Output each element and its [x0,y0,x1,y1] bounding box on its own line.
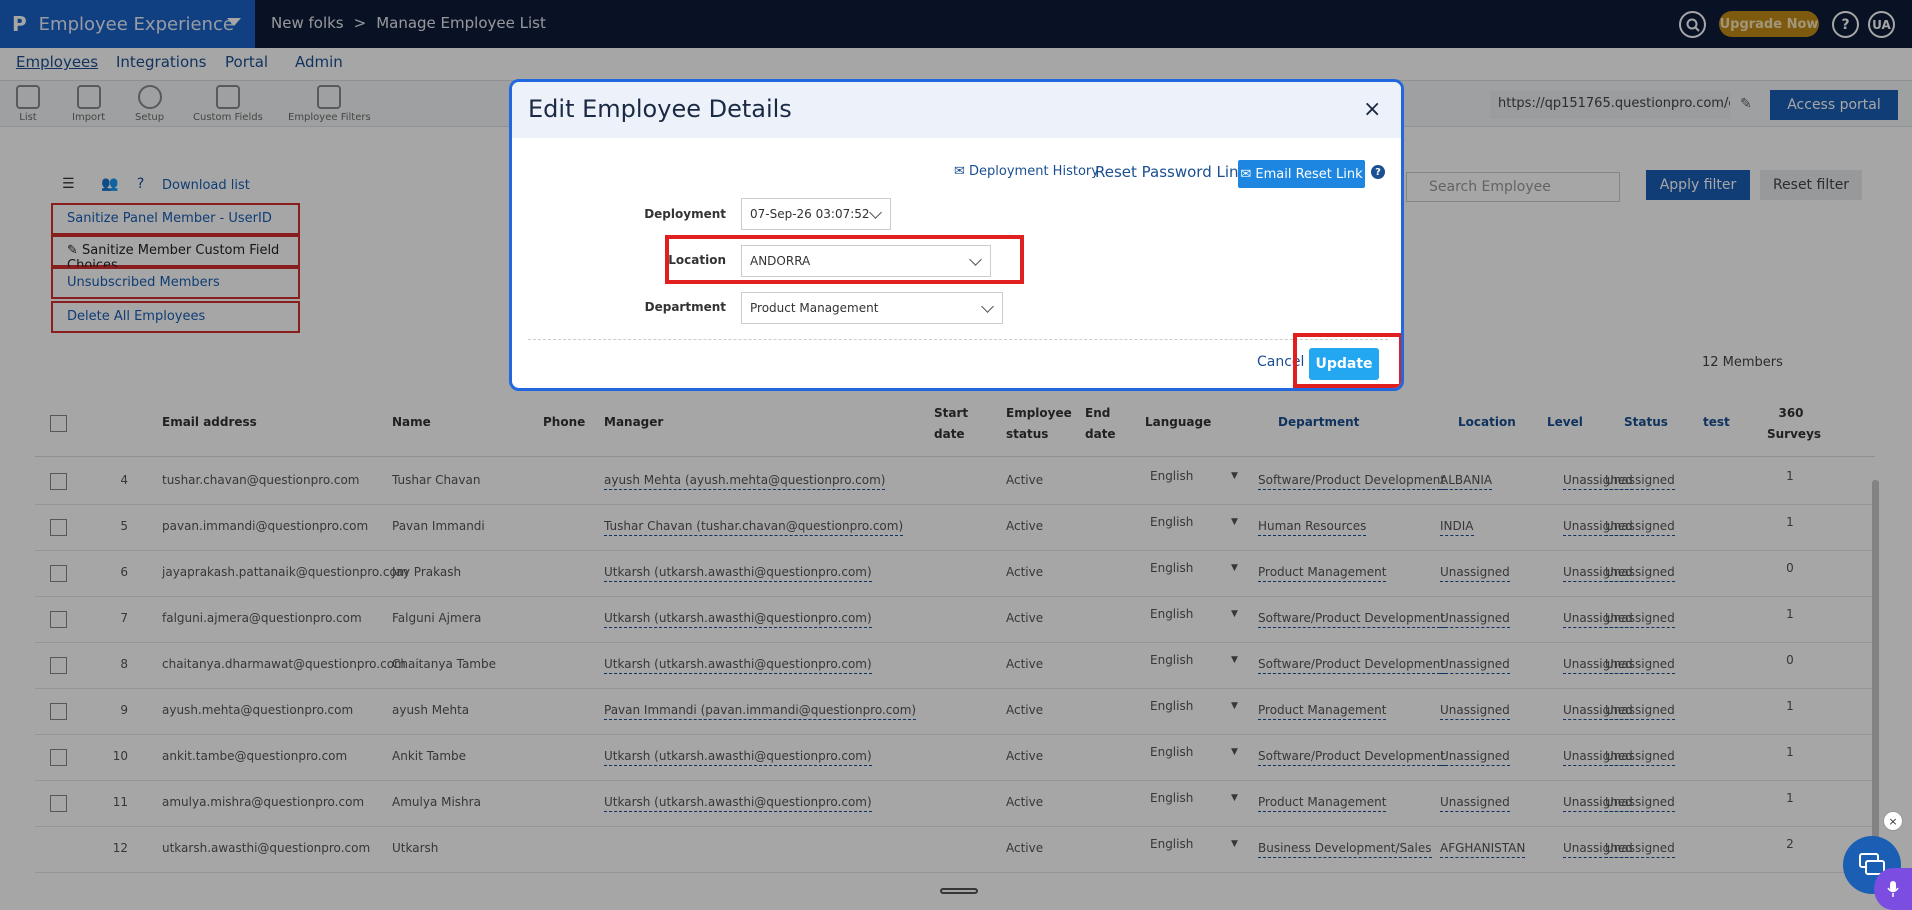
department-select[interactable]: Product Management [741,292,1003,324]
chat-close-icon[interactable]: × [1883,811,1903,831]
chevron-down-icon [981,300,994,313]
department-label: Department [644,300,726,314]
microphone-icon[interactable] [1874,868,1912,910]
reset-password-link[interactable]: Reset Password Link [1095,163,1247,181]
deployment-label: Deployment [644,207,726,221]
modal-header: Edit Employee Details × [512,82,1401,138]
update-highlight [1293,333,1401,388]
close-icon[interactable]: × [1363,97,1381,122]
modal-divider [528,339,1388,340]
edit-employee-modal: Edit Employee Details × ✉ Deployment His… [509,79,1404,391]
deployment-value: 07-Sep-26 03:07:52 [750,207,870,221]
deployment-history-label: Deployment History [969,164,1099,179]
deployment-select[interactable]: 07-Sep-26 03:07:52 [741,198,891,230]
location-highlight [665,235,1024,284]
modal-title: Edit Employee Details [528,95,792,123]
chevron-down-icon [869,206,882,219]
help-icon[interactable]: ? [1371,165,1385,179]
deployment-history-link[interactable]: ✉ Deployment History [954,164,1099,179]
department-value: Product Management [750,301,879,315]
email-reset-label: Email Reset Link [1255,166,1363,182]
email-reset-link-button[interactable]: ✉ Email Reset Link [1238,160,1365,188]
